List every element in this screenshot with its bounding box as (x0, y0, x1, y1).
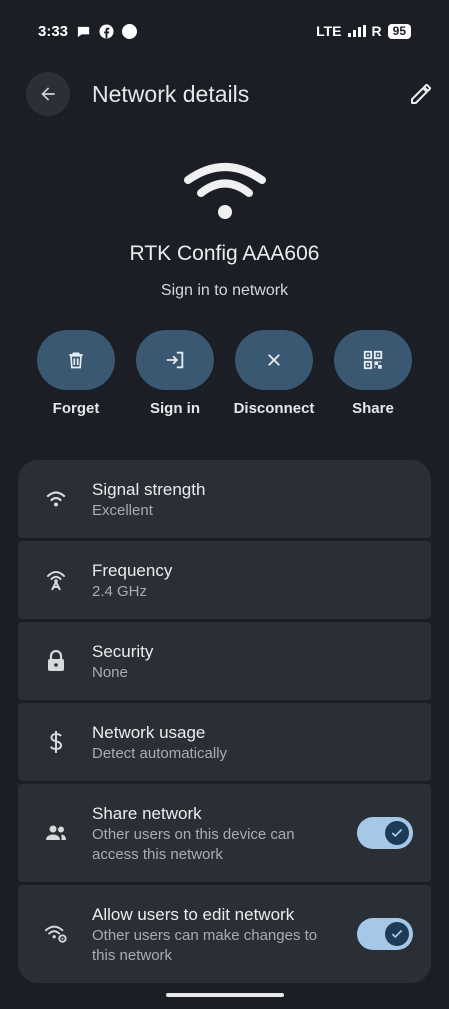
battery-icon: 95 (387, 23, 411, 39)
frequency-title: Frequency (92, 561, 173, 580)
check-icon (391, 828, 403, 838)
allow-edit-toggle[interactable] (357, 918, 413, 950)
forget-button-circle[interactable] (37, 330, 115, 390)
disconnect-button[interactable]: Disconnect (224, 330, 324, 417)
pencil-icon (411, 84, 431, 104)
toggle-knob (385, 821, 409, 845)
dollar-icon (44, 730, 68, 754)
clock: 3:33 (38, 22, 69, 40)
close-icon (268, 354, 280, 366)
sign-in-label: Sign in (150, 400, 200, 417)
signal-strength-title: Signal strength (92, 480, 206, 499)
back-button[interactable] (26, 72, 70, 116)
allow-edit-row[interactable]: Allow users to edit network Other users … (18, 885, 431, 983)
frequency-value: 2.4 GHz (92, 583, 148, 600)
network-type: LTE (316, 23, 342, 39)
forget-label: Forget (52, 400, 100, 417)
share-network-row[interactable]: Share network Other users on this device… (18, 784, 431, 882)
share-network-desc-line2: access this network (92, 846, 223, 863)
arrow-back-icon (41, 87, 55, 101)
signal-strength-value: Excellent (92, 502, 153, 519)
allow-edit-desc-line1: Other users can make changes to (92, 927, 318, 944)
security-title: Security (92, 642, 154, 661)
sign-in-button[interactable]: Sign in (125, 330, 225, 417)
status-left: 3:33 (38, 22, 138, 40)
home-indicator[interactable] (166, 993, 284, 997)
facebook-icon (99, 23, 114, 39)
wifi-settings-icon (44, 922, 68, 946)
network-usage-title: Network usage (92, 723, 206, 742)
status-bar: 3:33 LTE R 95 (0, 0, 449, 62)
allow-edit-desc-line2: this network (92, 947, 173, 964)
sign-in-icon (166, 351, 184, 369)
network-status: Sign in to network (160, 282, 289, 299)
roaming-indicator: R (371, 23, 382, 39)
network-name: RTK Config AAA606 (129, 242, 320, 265)
share-button-circle[interactable] (334, 330, 412, 390)
security-row: Security None (18, 622, 431, 700)
forget-button[interactable]: Forget (26, 330, 126, 417)
trash-icon (69, 352, 83, 369)
qr-code-icon (363, 350, 383, 370)
share-button[interactable]: Share (323, 330, 423, 417)
disconnect-button-circle[interactable] (235, 330, 313, 390)
share-network-toggle[interactable] (357, 817, 413, 849)
antenna-icon (44, 568, 68, 592)
network-usage-value: Detect automatically (92, 745, 228, 762)
network-usage-row[interactable]: Network usage Detect automatically (18, 703, 431, 781)
status-right: LTE R 95 (316, 23, 411, 39)
page-title: Network details (92, 81, 250, 107)
frequency-row: Frequency 2.4 GHz (18, 541, 431, 619)
share-label: Share (352, 400, 394, 417)
allow-edit-title: Allow users to edit network (92, 905, 295, 924)
chat-bubble-icon (77, 26, 90, 37)
disconnect-label: Disconnect (233, 400, 315, 417)
lock-icon (44, 649, 68, 673)
action-buttons: Forget Sign in Disconnect Share (0, 330, 449, 420)
share-network-desc-line1: Other users on this device can (92, 826, 295, 843)
wifi-signal-icon (44, 487, 68, 511)
people-icon (44, 821, 68, 845)
share-network-title: Share network (92, 804, 202, 823)
cell-signal-icon (347, 25, 366, 37)
security-value: None (92, 664, 128, 681)
sign-in-button-circle[interactable] (136, 330, 214, 390)
wifi-large-icon (184, 163, 266, 219)
signal-strength-row: Signal strength Excellent (18, 460, 431, 538)
app-bar: Network details (0, 72, 449, 118)
edit-button[interactable] (409, 82, 433, 106)
toggle-knob (385, 922, 409, 946)
check-icon (391, 929, 403, 939)
notification-dot-icon (122, 23, 138, 39)
